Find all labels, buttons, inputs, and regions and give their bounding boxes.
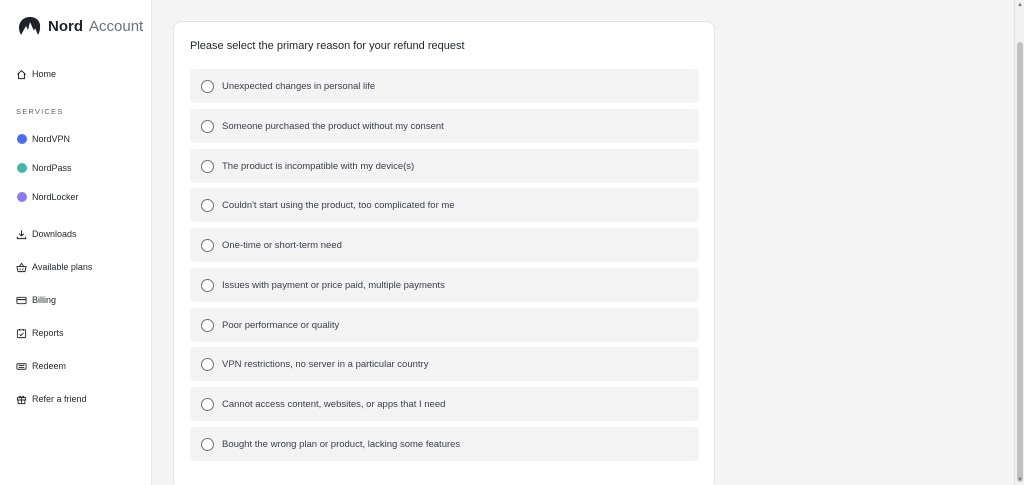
app: Nord Account Home SERVICES NordVPN NordP… [0,0,1024,485]
brand-sub: Account [89,17,144,35]
sidebar-item-label: Refer a friend [32,394,87,404]
sidebar-item-redeem[interactable]: Redeem [16,357,66,375]
refund-option[interactable]: The product is incompatible with my devi… [190,149,699,183]
sidebar-item-label: Home [32,69,57,79]
ticket-icon [16,361,27,372]
refund-option[interactable]: Bought the wrong plan or product, lackin… [190,427,699,461]
basket-icon [16,262,27,273]
radio-button[interactable] [201,397,214,411]
home-icon [16,69,27,80]
sidebar-item-nordpass[interactable]: NordPass [16,159,72,177]
page-scrollbar[interactable]: ▲ ▼ [1014,0,1024,485]
refund-option[interactable]: Issues with payment or price paid, multi… [190,268,699,302]
scrollbar-thumb[interactable] [1017,42,1023,482]
sidebar-item-nordlocker[interactable]: NordLocker [16,188,79,206]
refund-option-label: Couldn't start using the product, too co… [222,199,455,211]
refund-option-label: Issues with payment or price paid, multi… [222,279,445,291]
sidebar-item-label: NordPass [32,163,72,173]
sidebar-item-home[interactable]: Home [16,65,56,83]
refund-option-label: Cannot access content, websites, or apps… [222,398,446,410]
sidebar-item-label: NordLocker [32,192,79,202]
refund-option-label: The product is incompatible with my devi… [222,160,415,172]
radio-button[interactable] [201,198,214,212]
services-section-label: SERVICES [16,107,64,116]
sidebar-item-available-plans[interactable]: Available plans [16,258,92,276]
refund-reason-card: Please select the primary reason for you… [173,21,715,485]
refund-option[interactable]: Someone purchased the product without my… [190,109,699,143]
sidebar-item-label: Billing [32,295,57,305]
refund-option-label: Bought the wrong plan or product, lackin… [222,438,461,450]
sidebar-item-reports[interactable]: Reports [16,324,64,342]
scroll-up-arrow-icon[interactable]: ▲ [1016,1,1024,9]
refund-option[interactable]: Poor performance or quality [190,308,699,342]
radio-button[interactable] [201,437,214,451]
refund-option-label: Unexpected changes in personal life [222,80,376,92]
sidebar-item-billing[interactable]: Billing [16,291,56,309]
refund-option-label: One-time or short-term need [222,239,342,251]
nord-logo[interactable]: Nord Account [18,15,143,37]
nordpass-icon [16,163,27,174]
refund-option-label: Poor performance or quality [222,319,340,331]
radio-button[interactable] [201,79,214,93]
scroll-down-arrow-icon[interactable]: ▼ [1016,476,1024,484]
gift-icon [16,394,27,405]
radio-button[interactable] [201,278,214,292]
radio-button[interactable] [201,318,214,332]
refund-option[interactable]: VPN restrictions, no server in a particu… [190,347,699,381]
sidebar-item-label: Reports [32,328,64,338]
sidebar: Nord Account Home SERVICES NordVPN NordP… [0,0,152,485]
refund-option[interactable]: Unexpected changes in personal life [190,69,699,103]
refund-option[interactable]: One-time or short-term need [190,228,699,262]
nord-mountain-icon [19,17,41,35]
refund-option-label: Someone purchased the product without my… [222,120,444,132]
refund-option[interactable]: Couldn't start using the product, too co… [190,188,699,222]
report-icon [16,328,27,339]
brand-name: Nord [48,17,83,35]
radio-button[interactable] [201,119,214,133]
sidebar-item-refer-a-friend[interactable]: Refer a friend [16,390,87,408]
sidebar-item-label: NordVPN [32,134,71,144]
refund-option-label: VPN restrictions, no server in a particu… [222,358,429,370]
download-icon [16,229,27,240]
refund-reason-title: Please select the primary reason for you… [190,40,465,52]
radio-button[interactable] [201,159,214,173]
sidebar-item-downloads[interactable]: Downloads [16,225,77,243]
sidebar-item-label: Redeem [32,361,67,371]
sidebar-item-label: Downloads [32,229,77,239]
nordlocker-icon [16,192,27,203]
nordvpn-icon [16,134,27,145]
radio-button[interactable] [201,357,214,371]
sidebar-item-label: Available plans [32,262,93,272]
sidebar-item-nordvpn[interactable]: NordVPN [16,130,70,148]
card-icon [16,295,27,306]
radio-button[interactable] [201,238,214,252]
refund-option[interactable]: Cannot access content, websites, or apps… [190,387,699,421]
